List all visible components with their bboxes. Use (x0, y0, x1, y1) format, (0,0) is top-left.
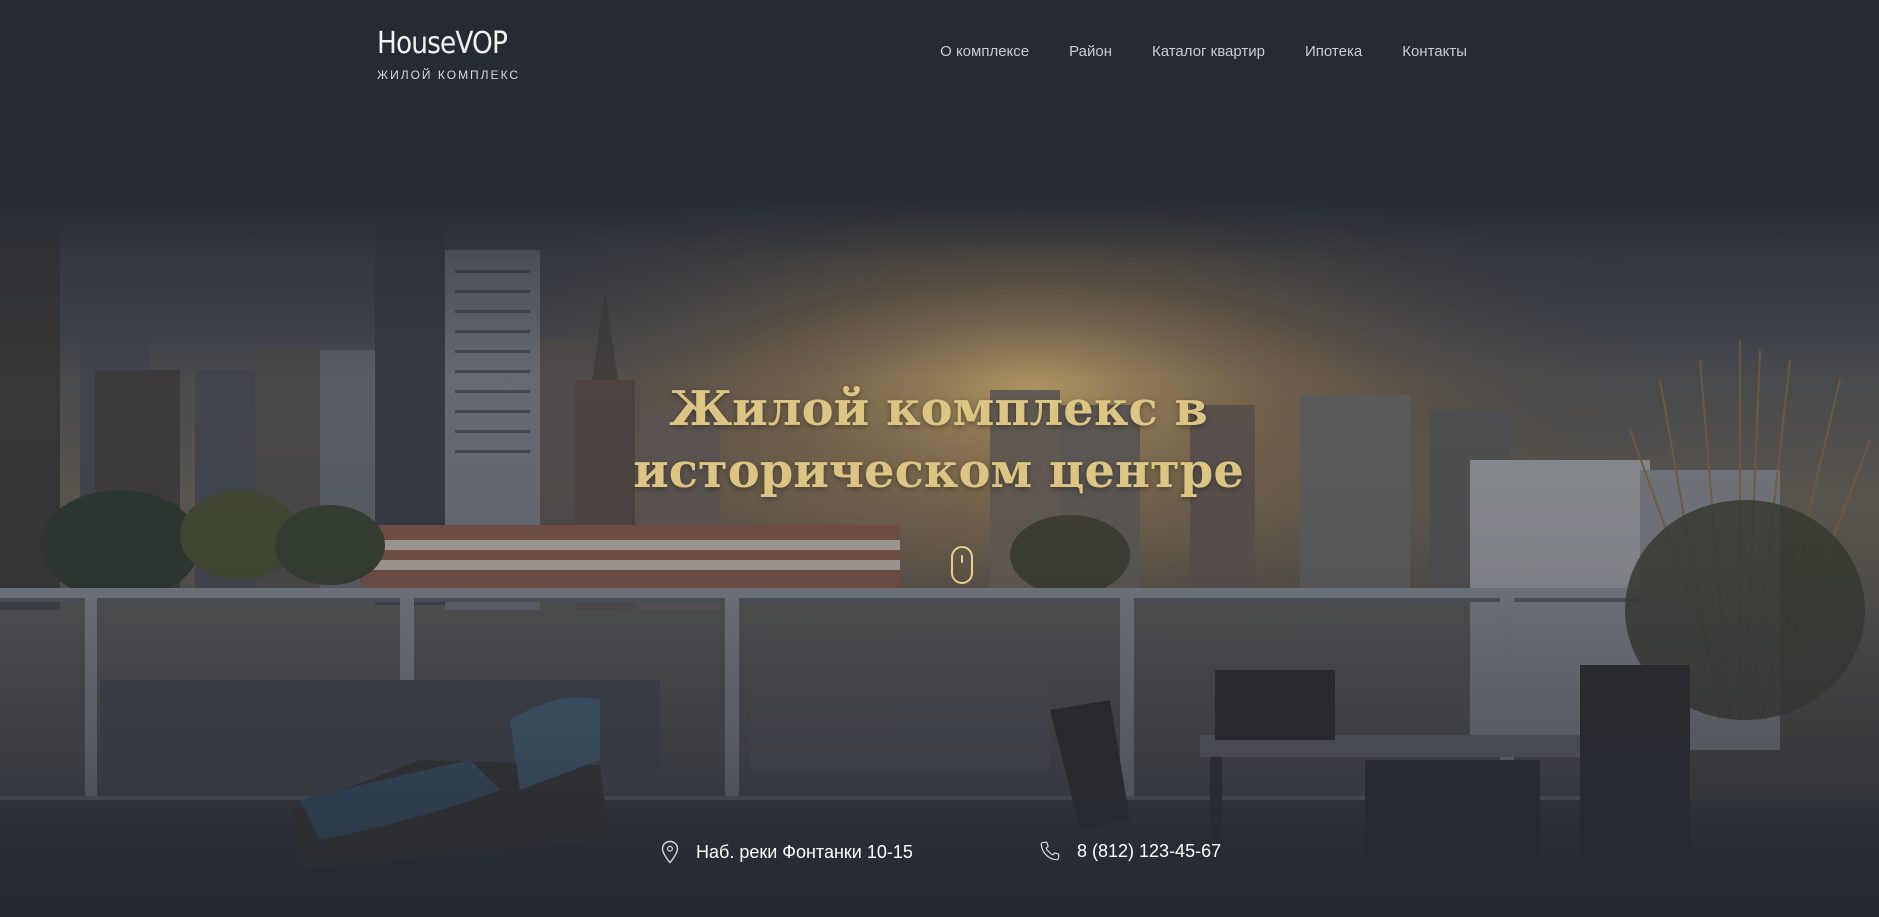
site-header: HouseVOP ЖИЛОЙ КОМПЛЕКС О комплексе Райо… (0, 0, 1879, 110)
logo-subtitle: ЖИЛОЙ КОМПЛЕКС (377, 68, 521, 82)
map-pin-icon (661, 840, 679, 864)
hero-headline: Жилой комплекс в историческом центре (0, 378, 1878, 502)
logo-title: HouseVOP (377, 26, 508, 61)
nav-item-mortgage[interactable]: Ипотека (1305, 43, 1362, 60)
phone-icon (1040, 841, 1060, 861)
logo[interactable]: HouseVOP ЖИЛОЙ КОМПЛЕКС (377, 26, 525, 82)
phone-text[interactable]: 8 (812) 123-45-67 (1077, 841, 1221, 862)
address-text: Наб. реки Фонтанки 10-15 (696, 841, 913, 862)
hero-headline-line-2: историческом центре (633, 443, 1244, 499)
nav-item-contacts[interactable]: Контакты (1402, 43, 1467, 60)
landing-page: HouseVOP ЖИЛОЙ КОМПЛЕКС О комплексе Райо… (0, 0, 1879, 917)
mouse-wheel (961, 555, 963, 563)
nav-item-district[interactable]: Район (1069, 43, 1112, 60)
address-contact: Наб. реки Фонтанки 10-15 (660, 840, 913, 864)
phone-contact[interactable]: 8 (812) 123-45-67 (1039, 840, 1221, 862)
mouse-scroll-icon[interactable] (951, 546, 973, 584)
nav-item-about[interactable]: О комплексе (940, 43, 1029, 60)
hero-headline-line-1: Жилой комплекс в (669, 381, 1208, 437)
main-nav: О комплексе Район Каталог квартир Ипотек… (940, 43, 1467, 60)
nav-item-catalog[interactable]: Каталог квартир (1152, 43, 1265, 60)
